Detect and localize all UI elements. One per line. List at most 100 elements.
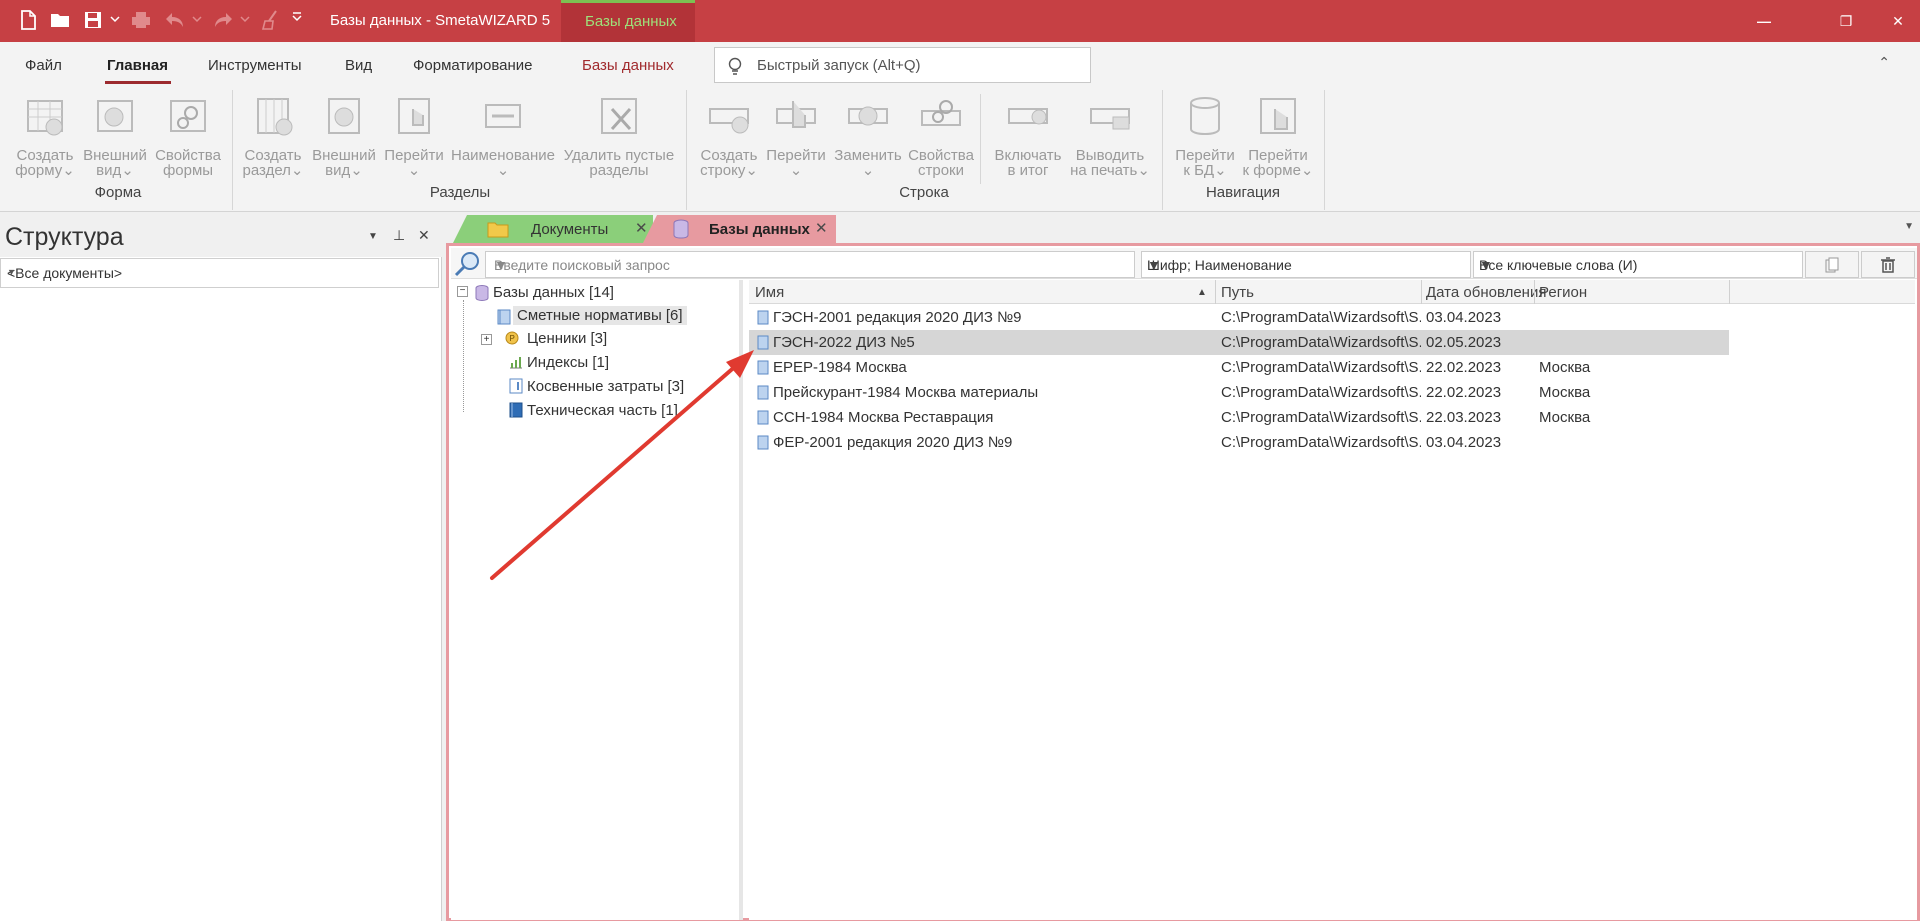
cell-path: C:\ProgramData\Wizardsoft\S... [1221, 409, 1421, 426]
cell-date: 03.04.2023 [1426, 309, 1502, 326]
table-row[interactable]: ССН-1984 Москва Реставрация C:\ProgramDa… [749, 405, 1729, 430]
column-path[interactable]: Путь [1221, 284, 1254, 301]
column-divider[interactable] [1729, 280, 1730, 304]
section-appearance-button[interactable]: Внешний вид⌄ [310, 94, 378, 178]
close-button[interactable]: ✕ [1878, 8, 1918, 34]
goto-db-button[interactable]: Перейти к БД⌄ [1170, 94, 1240, 178]
form-properties-button[interactable]: Свойства формы [152, 94, 224, 178]
cell-name: ГЭСН-2001 редакция 2020 ДИЗ №9 [773, 309, 1022, 326]
cell-region: Москва [1539, 359, 1591, 376]
broom-icon[interactable] [258, 6, 284, 34]
documents-filter-select[interactable]: <Все документы> ▼ [0, 258, 439, 288]
create-section-button[interactable]: Создать раздел⌄ [240, 94, 306, 178]
section-appearance-label: Внешний вид⌄ [312, 147, 376, 179]
tab-databases-close-icon[interactable]: ✕ [815, 219, 828, 237]
minimize-button[interactable]: — [1744, 8, 1784, 34]
print-output-button[interactable]: Выводить на печать⌄ [1068, 94, 1152, 178]
structure-panel-header: Структура ▼ ⊥ ✕ [0, 213, 442, 257]
pin-icon[interactable]: ⊥ [393, 227, 405, 244]
goto-form-button[interactable]: Перейти к форме⌄ [1240, 94, 1316, 178]
tab-documents-close-icon[interactable]: ✕ [635, 219, 648, 237]
section-name-button[interactable]: Наименование ⌄ [450, 94, 556, 178]
create-row-label: Создать строку⌄ [700, 147, 758, 179]
table-row[interactable]: ФЕР-2001 редакция 2020 ДИЗ №9 C:\Program… [749, 430, 1729, 455]
group-label-form: Форма [94, 184, 142, 201]
table-row[interactable]: ЕРЕР-1984 Москва C:\ProgramData\Wizardso… [749, 355, 1729, 380]
column-divider[interactable] [1215, 280, 1216, 304]
tab-file[interactable]: Файл [25, 57, 62, 74]
database-tab-icon [673, 219, 689, 239]
tree-item-norms[interactable]: Сметные нормативы [6] [513, 306, 687, 325]
table-row[interactable]: ГЭСН-2001 редакция 2020 ДИЗ №9 C:\Progra… [749, 305, 1729, 330]
column-date[interactable]: Дата обновления [1426, 284, 1546, 301]
copy-db-button[interactable] [1805, 251, 1859, 278]
row-goto-button[interactable]: Перейти ⌄ [764, 94, 828, 178]
section-name-label: Наименование ⌄ [451, 147, 555, 179]
search-input[interactable]: Введите поисковый запрос ▼ [485, 251, 1135, 278]
redo-icon[interactable] [210, 6, 236, 34]
sort-ascending-icon[interactable]: ▲ [1197, 287, 1207, 298]
print-output-label: Выводить на печать⌄ [1070, 147, 1150, 179]
tree-item-technical[interactable]: Техническая часть [1] [527, 402, 678, 419]
tree-item-prices[interactable]: Ценники [3] [527, 330, 607, 347]
create-form-button[interactable]: Создать форму⌄ [10, 94, 80, 178]
tab-databases[interactable]: Базы данных [582, 57, 674, 74]
search-icon[interactable] [453, 250, 481, 278]
open-folder-icon[interactable] [47, 6, 73, 34]
tab-view[interactable]: Вид [345, 57, 372, 74]
column-divider[interactable] [1534, 280, 1535, 304]
group-label-row: Строка [899, 184, 949, 201]
tab-documents[interactable]: Документы ✕ [453, 215, 653, 243]
form-appearance-label: Внешний вид⌄ [83, 147, 147, 179]
search-field-select[interactable]: Шифр; Наименование ▼ [1141, 251, 1471, 278]
expand-icon[interactable]: + [481, 334, 492, 345]
tree-item-indexes[interactable]: Индексы [1] [527, 354, 609, 371]
database-tree: − Базы данных [14] Сметные нормативы [6]… [451, 280, 743, 920]
tab-tools[interactable]: Инструменты [208, 57, 302, 74]
keywords-mode-select[interactable]: Все ключевые слова (И) ▼ [1473, 251, 1803, 278]
collapse-ribbon-icon[interactable]: ⌃ [1878, 54, 1890, 71]
lightbulb-icon [728, 57, 742, 75]
form-appearance-button[interactable]: Внешний вид⌄ [80, 94, 150, 178]
restore-button[interactable]: ❐ [1826, 8, 1866, 34]
delete-db-button[interactable] [1861, 251, 1915, 278]
column-name[interactable]: Имя [755, 284, 784, 301]
tree-item-overhead[interactable]: Косвенные затраты [3] [527, 378, 684, 395]
collapse-icon[interactable]: − [457, 286, 468, 297]
quick-launch-input[interactable]: Быстрый запуск (Alt+Q) [714, 47, 1091, 83]
delete-empty-sections-button[interactable]: Удалить пустые разделы [560, 94, 678, 178]
search-bar: Введите поисковый запрос ▼ Шифр; Наимено… [451, 248, 1917, 279]
column-region[interactable]: Регион [1539, 284, 1587, 301]
column-divider[interactable] [1421, 280, 1422, 304]
tree-root[interactable]: Базы данных [14] [493, 284, 614, 301]
structure-panel-title: Структура [5, 223, 124, 251]
new-file-icon[interactable] [15, 6, 41, 34]
folder-icon [487, 222, 509, 238]
customize-icon[interactable] [292, 10, 302, 22]
table-row-selected[interactable]: ГЭСН-2022 ДИЗ №5 C:\ProgramData\Wizardso… [749, 330, 1729, 355]
tab-formatting[interactable]: Форматирование [413, 57, 533, 74]
create-row-button[interactable]: Создать строку⌄ [692, 94, 766, 178]
panel-close-icon[interactable]: ✕ [418, 227, 430, 244]
print-icon[interactable] [128, 6, 154, 34]
save-icon[interactable] [80, 6, 106, 34]
chevron-down-icon: ▼ [7, 267, 16, 277]
include-in-total-button[interactable]: Включать в итог [990, 94, 1066, 178]
tab-home[interactable]: Главная [107, 57, 168, 74]
row-properties-button[interactable]: Свойства строки [906, 94, 976, 178]
section-goto-button[interactable]: Перейти ⌄ [380, 94, 448, 178]
row-replace-button[interactable]: Заменить ⌄ [830, 94, 906, 178]
table-row[interactable]: Прейскурант-1984 Москва материалы C:\Pro… [749, 380, 1729, 405]
panel-menu-icon[interactable]: ▼ [368, 231, 378, 242]
undo-icon[interactable] [162, 6, 188, 34]
window-title: Базы данных - SmetaWIZARD 5 [330, 12, 551, 29]
save-dropdown-icon[interactable] [110, 12, 120, 24]
tab-databases-doc[interactable]: Базы данных ✕ [643, 215, 836, 243]
cell-date: 02.05.2023 [1426, 334, 1502, 351]
tabs-overflow-icon[interactable]: ▼ [1904, 221, 1914, 232]
section-goto-label: Перейти ⌄ [384, 147, 444, 179]
redo-dropdown-icon[interactable] [240, 12, 250, 24]
chevron-down-icon: ▼ [494, 257, 508, 273]
quick-launch-placeholder: Быстрый запуск (Alt+Q) [757, 57, 921, 74]
undo-dropdown-icon[interactable] [192, 12, 202, 24]
